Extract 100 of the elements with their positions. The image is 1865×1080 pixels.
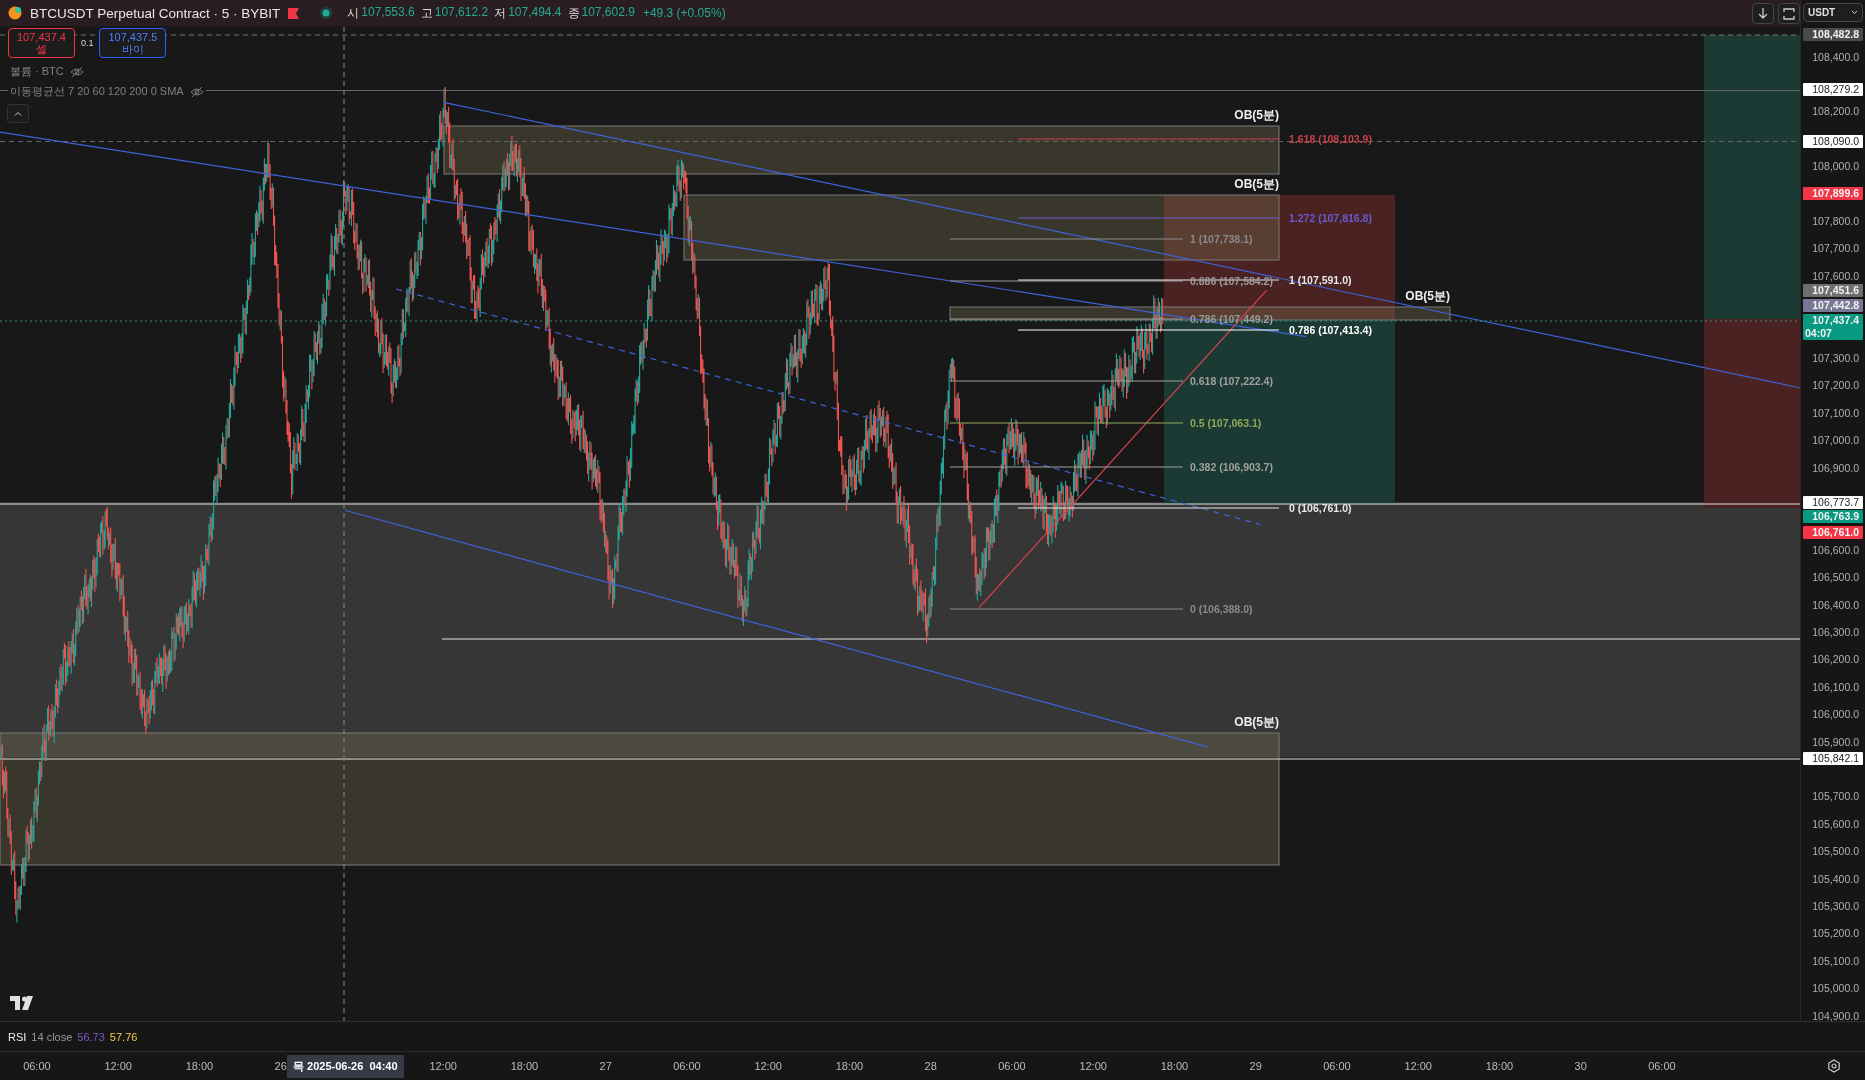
ohlc-value: 107,494.4	[508, 4, 562, 21]
order-block-label: OB(5분)	[1234, 176, 1279, 193]
sell-button[interactable]: 107,437.4 셀	[8, 28, 75, 58]
time-tick: 06:00	[673, 1060, 701, 1072]
price-tick: 105,200.0	[1812, 927, 1859, 940]
price-tick: 107,300.0	[1812, 351, 1859, 364]
fib-label: 1.272 (107,816.8)	[1288, 212, 1373, 224]
fib-label: 1 (107,738.1)	[1189, 233, 1254, 245]
price-tick: 105,300.0	[1812, 899, 1859, 912]
chevron-down-icon	[1851, 10, 1858, 15]
price-tick: 107,700.0	[1812, 242, 1859, 255]
coin-icon	[8, 6, 22, 20]
time-tick: 27	[599, 1060, 612, 1072]
time-tick: 06:00	[23, 1060, 51, 1072]
price-badge: 108,482.8	[1803, 27, 1863, 41]
rsi-label: RSI	[8, 1030, 27, 1043]
chevron-up-icon	[14, 111, 22, 116]
ohlc-value: 107,602.9	[581, 4, 635, 21]
price-change: +49.3 (+0.05%)	[642, 6, 726, 20]
price-badge: 106,773.7	[1803, 496, 1863, 509]
price-tick: 104,900.0	[1812, 1009, 1859, 1021]
currency-dropdown[interactable]: USDT	[1803, 3, 1863, 22]
rsi-value: 57.76	[109, 1030, 138, 1043]
time-tick: 12:00	[1404, 1060, 1432, 1072]
price-tick: 108,200.0	[1812, 105, 1859, 118]
time-tick: 06:00	[998, 1060, 1026, 1072]
rsi-value: 56.73	[77, 1030, 105, 1043]
order-block-label: OB(5분)	[1405, 288, 1450, 305]
ohlc-value: 107,553.6	[361, 4, 415, 21]
price-tick: 105,900.0	[1812, 735, 1859, 748]
fib-label: 1.618 (108,103.9)	[1288, 133, 1373, 145]
price-tick: 105,600.0	[1812, 817, 1859, 830]
time-tick: 18:00	[1485, 1060, 1514, 1072]
time-tick: 12:00	[754, 1060, 782, 1072]
fullscreen-icon	[1783, 7, 1795, 20]
scroll-down-button[interactable]	[1752, 3, 1774, 24]
time-tick: 06:00	[1648, 1060, 1676, 1072]
price-badge: 107,442.8	[1803, 298, 1863, 312]
price-badge: 108,090.0	[1803, 134, 1863, 148]
time-tick: 12:00	[429, 1060, 457, 1072]
price-badge: 107,451.6	[1803, 284, 1863, 298]
price-tick: 106,000.0	[1812, 708, 1859, 721]
hidden-eye-icon[interactable]	[189, 85, 204, 98]
hidden-eye-icon[interactable]	[69, 65, 84, 78]
price-badge: 107,899.6	[1803, 186, 1863, 200]
time-tick: 30	[1574, 1060, 1587, 1072]
price-tick: 107,000.0	[1812, 434, 1859, 447]
price-tick: 106,100.0	[1812, 680, 1859, 693]
price-badge: 106,763.9	[1803, 510, 1863, 524]
price-tick: 105,000.0	[1812, 982, 1859, 995]
price-tick: 107,200.0	[1812, 379, 1859, 392]
fib-label: 0 (106,388.0)	[1189, 603, 1254, 615]
time-tick: 28	[924, 1060, 937, 1072]
ohlc-label: 고	[420, 4, 433, 22]
fib-label: 0.618 (107,222.4)	[1189, 375, 1274, 387]
fib-label: 0.382 (106,903.7)	[1189, 461, 1274, 473]
fib-label: 0 (106,761.0)	[1288, 502, 1353, 514]
price-tick: 107,100.0	[1812, 406, 1859, 419]
quantity-label: 0.1	[80, 38, 94, 48]
price-tick: 106,300.0	[1812, 625, 1859, 638]
status-dot-icon	[319, 6, 334, 20]
ohlc-label: 저	[494, 4, 507, 22]
price-tick: 106,500.0	[1812, 571, 1859, 584]
price-badge: 105,842.1	[1803, 751, 1863, 765]
price-tick: 106,600.0	[1812, 543, 1859, 556]
symbol-title[interactable]: BTCUSDT Perpetual Contract · 5 · BYBIT	[30, 5, 281, 21]
time-tick: 26	[274, 1060, 287, 1072]
indicator-legend[interactable]: 볼륨 · BTC	[10, 64, 64, 79]
time-tick: 06:00	[1323, 1060, 1351, 1072]
time-tick: 18:00	[835, 1060, 864, 1072]
fullscreen-button[interactable]	[1778, 3, 1800, 24]
order-block-label: OB(5분)	[1234, 714, 1279, 731]
flag-icon[interactable]	[288, 7, 300, 19]
price-tick: 108,000.0	[1812, 160, 1859, 173]
fib-label: 0.786 (107,413.4)	[1288, 324, 1373, 336]
time-tick: 18:00	[510, 1060, 539, 1072]
crosshair-time-label: 목 2025-06-26 04:40	[287, 1055, 404, 1078]
ohlc-label: 종	[567, 4, 580, 22]
price-tick: 106,400.0	[1812, 598, 1859, 611]
price-tick: 106,900.0	[1812, 461, 1859, 474]
settings-icon[interactable]	[1827, 1059, 1841, 1073]
price-tick: 107,800.0	[1812, 214, 1859, 227]
buy-button[interactable]: 107,437.5 바이	[99, 28, 167, 58]
time-tick: 18:00	[1160, 1060, 1189, 1072]
price-tick: 105,500.0	[1812, 845, 1859, 858]
price-tick: 107,600.0	[1812, 269, 1859, 282]
order-block-label: OB(5분)	[1234, 107, 1279, 124]
collapse-button[interactable]	[7, 104, 29, 123]
time-tick: 12:00	[1079, 1060, 1107, 1072]
price-tick: 105,400.0	[1812, 872, 1859, 885]
time-tick: 12:00	[104, 1060, 132, 1072]
down-arrow-icon	[1758, 7, 1768, 20]
price-badge: 107,437.4 04:07	[1803, 314, 1863, 340]
ohlc-label: 시	[347, 4, 360, 22]
rsi-params: 14 close	[31, 1030, 73, 1043]
price-tick: 106,200.0	[1812, 653, 1859, 666]
price-badge: 106,761.0	[1803, 525, 1863, 539]
price-badge: 108,279.2	[1803, 83, 1863, 97]
price-tick: 108,400.0	[1812, 50, 1859, 63]
fib-label: 0.5 (107,063.1)	[1189, 417, 1263, 429]
